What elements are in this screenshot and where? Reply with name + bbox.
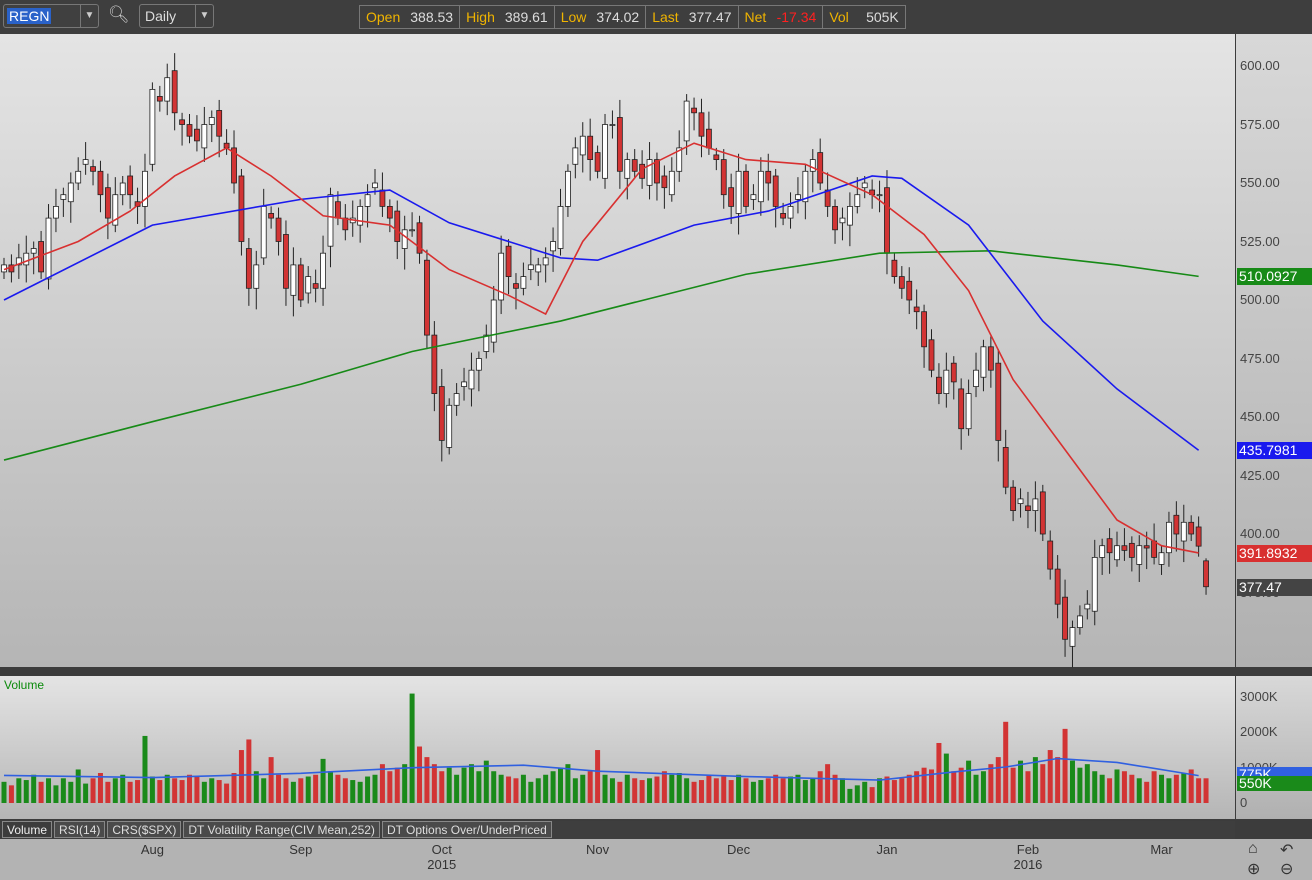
quote-label: Low <box>560 9 587 25</box>
search-icon[interactable]: 🔍︎ <box>108 5 130 25</box>
date-label: Feb <box>1016 842 1040 857</box>
date-label: Mar <box>1150 842 1173 857</box>
date-label: Dec <box>727 842 751 857</box>
price-tick: 600.00 <box>1240 58 1280 73</box>
tab-indicator[interactable]: RSI(14) <box>54 821 106 838</box>
date-label: Oct <box>431 842 452 857</box>
date-axis: ⌂ ↶ ⊕ ⊖ Aug Sep Oct 2015 Nov Dec Jan Feb 2016 Mar <box>0 839 1312 880</box>
tab-indicator[interactable]: CRS($SPX) <box>107 821 182 838</box>
price-tick: 500.00 <box>1240 292 1280 307</box>
tab-indicator[interactable]: Volume <box>2 821 53 838</box>
price-tick: 550.00 <box>1240 175 1280 190</box>
price-label: 391.8932 <box>1237 544 1312 562</box>
price-label: 435.7981 <box>1237 442 1312 460</box>
quote-vol: Vol 505K <box>823 6 904 28</box>
date-label: Aug <box>140 842 164 857</box>
period-select[interactable]: Daily ▼ <box>139 4 214 28</box>
price-label: 510.0927 <box>1237 268 1312 286</box>
indicator-tabs: Volume RSI(14) CRS($SPX) DT Volatility Rang… <box>0 821 1235 839</box>
volume-axis[interactable]: 3000K2000K1000K0775K550K <box>1236 676 1312 819</box>
toolbar: REGN ▼ 🔍︎ Daily ▼ Open 388.53 High 389.61 Low 3… <box>0 0 1312 34</box>
quote-value: 389.61 <box>504 9 548 25</box>
home-icon[interactable]: ⌂ <box>1248 840 1258 858</box>
quote-label: Open <box>366 9 401 25</box>
price-pane[interactable] <box>0 34 1235 667</box>
zoom-in-icon[interactable]: ⊕ <box>1247 859 1260 879</box>
price-tick: 425.00 <box>1240 467 1280 483</box>
volume-title: Volume <box>4 678 45 692</box>
volume-tick: 0 <box>1240 795 1248 810</box>
price-tick: 575.00 <box>1240 116 1280 132</box>
quote-value: 505K <box>866 9 899 25</box>
symbol-input[interactable]: REGN ▼ <box>3 4 99 28</box>
quote-value: 388.53 <box>410 9 454 25</box>
quote-label: Last <box>652 9 679 25</box>
tab-indicator[interactable]: DT Options Over/UnderPriced <box>381 821 552 838</box>
symbol-value: REGN <box>7 8 52 24</box>
quote-label: High <box>466 9 495 25</box>
tab-indicator[interactable]: DT Volatility Range(CIV Mean,252) <box>183 821 380 838</box>
year-label: 2016 <box>1013 857 1043 872</box>
volume-tick: 2000K <box>1240 724 1278 740</box>
quote-low: Low 374.02 <box>555 6 647 28</box>
price-tick: 525.00 <box>1240 233 1280 249</box>
price-tick: 475.00 <box>1240 350 1280 366</box>
year-label: 2015 <box>427 857 457 872</box>
quote-net: Net -17.34 <box>739 6 824 28</box>
volume-label: 550K <box>1237 775 1312 791</box>
price-axis[interactable]: 600.00 575.00 550.00 525.00 500.00 475.00 450.… <box>1236 34 1312 667</box>
chevron-down-icon[interactable]: ▼ <box>80 5 98 27</box>
price-label: 377.47 <box>1237 578 1312 596</box>
quote-high: High 389.61 <box>460 6 555 28</box>
quote-value: -17.34 <box>776 9 817 25</box>
quote-value: 374.02 <box>596 9 640 25</box>
quote-label: Net <box>744 9 767 25</box>
quote-last: Last 377.47 <box>646 6 739 28</box>
undo-icon[interactable]: ↶ <box>1280 840 1293 860</box>
zoom-out-icon[interactable]: ⊖ <box>1280 859 1293 879</box>
volume-pane[interactable] <box>0 676 1235 819</box>
quote-label: Vol <box>829 9 849 25</box>
date-label: Jan <box>876 842 898 857</box>
price-tick: 400.00 <box>1240 526 1280 541</box>
quote-value: 377.47 <box>688 9 732 25</box>
quote-open: Open 388.53 <box>360 6 461 28</box>
period-value: Daily <box>145 8 177 24</box>
price-tick: 450.00 <box>1240 409 1280 424</box>
date-label: Sep <box>289 842 313 857</box>
volume-tick: 3000K <box>1240 689 1278 705</box>
chevron-down-icon[interactable]: ▼ <box>195 5 213 27</box>
date-label: Nov <box>586 842 610 857</box>
quote-bar: Open 388.53 High 389.61 Low 374.02 Last 377.47 N… <box>359 5 906 29</box>
